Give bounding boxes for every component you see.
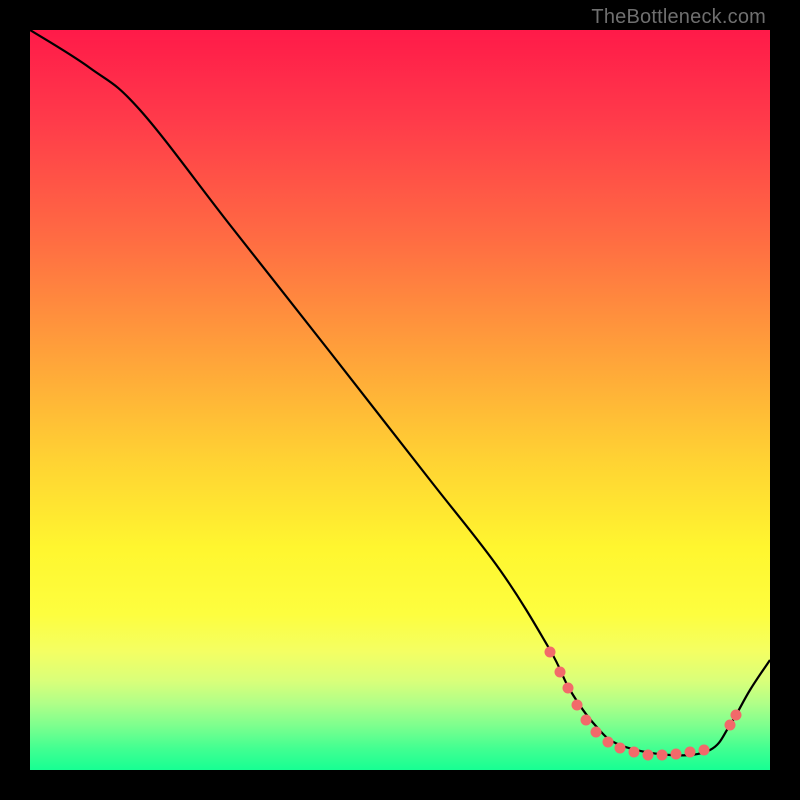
curve-marker — [643, 750, 654, 761]
curve-marker — [581, 715, 592, 726]
curve-marker — [725, 720, 736, 731]
watermark-text: TheBottleneck.com — [591, 6, 766, 29]
curve-marker — [603, 737, 614, 748]
curve-marker — [671, 749, 682, 760]
curve-marker — [591, 727, 602, 738]
curve-marker — [545, 647, 556, 658]
curve-marker — [657, 750, 668, 761]
curve-marker — [629, 747, 640, 758]
curve-marker — [685, 747, 696, 758]
chart-svg — [30, 30, 770, 770]
curve-marker — [572, 700, 583, 711]
curve-marker — [731, 710, 742, 721]
curve-marker — [555, 667, 566, 678]
curve-markers — [545, 647, 742, 761]
curve-marker — [615, 743, 626, 754]
chart-area — [30, 30, 770, 770]
curve-marker — [699, 745, 710, 756]
bottleneck-curve — [30, 30, 770, 755]
curve-marker — [563, 683, 574, 694]
